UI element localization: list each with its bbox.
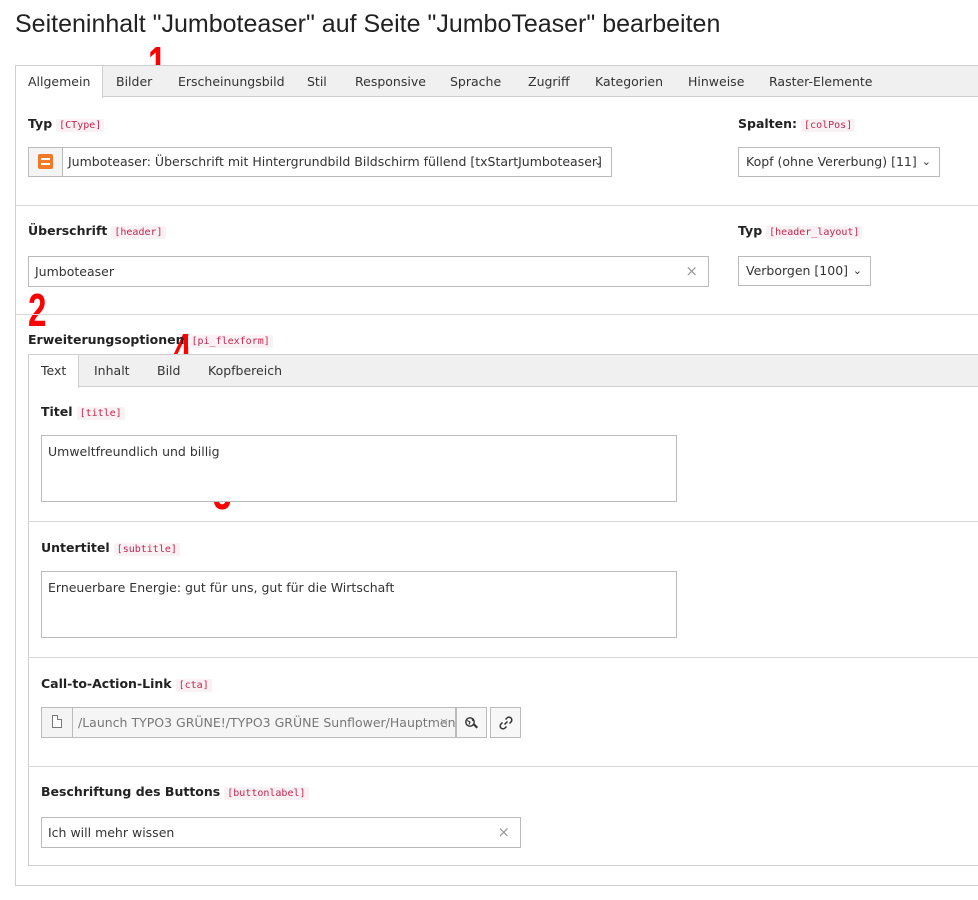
link-browser-button[interactable] bbox=[456, 707, 487, 738]
subtitle-code: [subtitle] bbox=[113, 543, 180, 556]
tab-hinweise[interactable]: Hinweise bbox=[688, 66, 744, 97]
buttonlabel-value: Ich will mehr wissen bbox=[48, 825, 175, 840]
flexform-code: [pi_flexform] bbox=[188, 335, 273, 348]
page-title: Seiteninhalt "Jumboteaser" auf Seite "Ju… bbox=[15, 10, 721, 38]
header-input[interactable]: Jumboteaser × bbox=[28, 256, 709, 287]
field-divider bbox=[28, 657, 978, 658]
ctype-code: [CType] bbox=[56, 119, 105, 132]
section-divider bbox=[15, 205, 978, 206]
tab-allgemein[interactable]: Allgemein bbox=[16, 66, 104, 98]
field-divider bbox=[28, 766, 978, 767]
ctype-value: Jumboteaser: Überschrift mit Hintergrund… bbox=[68, 154, 602, 169]
ctype-label: Typ [CType] bbox=[28, 116, 105, 132]
title-code: [title] bbox=[76, 407, 125, 420]
cta-code: [cta] bbox=[175, 679, 212, 692]
field-divider bbox=[28, 521, 978, 522]
tab-bilder[interactable]: Bilder bbox=[116, 66, 152, 97]
tab-stil[interactable]: Stil bbox=[307, 66, 327, 97]
chevron-down-icon: ⌄ bbox=[852, 264, 862, 277]
section-divider bbox=[15, 314, 978, 315]
ctype-icon-box bbox=[29, 148, 63, 176]
header-layout-label: Typ [header_layout] bbox=[738, 223, 863, 239]
flexform-label: Erweiterungsoptionen [pi_flexform] bbox=[28, 332, 273, 348]
title-value: Umweltfreundlich und billig bbox=[48, 444, 220, 459]
clear-icon[interactable]: × bbox=[497, 818, 510, 847]
chevron-down-icon: ⌄ bbox=[921, 155, 931, 168]
header-layout-value: Verborgen [100] bbox=[746, 263, 849, 278]
ctype-select[interactable]: Jumboteaser: Überschrift mit Hintergrund… bbox=[28, 147, 612, 177]
colpos-code: [colPos] bbox=[801, 119, 856, 132]
title-label: Titel [title] bbox=[41, 404, 125, 420]
subtab-text[interactable]: Text bbox=[29, 355, 80, 388]
header-layout-select[interactable]: Verborgen [100] ⌄ bbox=[738, 256, 871, 286]
buttonlabel-label: Beschriftung des Buttons [buttonlabel] bbox=[41, 784, 309, 800]
colpos-label: Spalten: [colPos] bbox=[738, 116, 856, 132]
tab-raster-elemente[interactable]: Raster-Elemente bbox=[769, 66, 872, 97]
colpos-value: Kopf (ohne Vererbung) [11] bbox=[746, 154, 917, 169]
clear-icon[interactable]: × bbox=[439, 708, 449, 737]
tab-zugriff[interactable]: Zugriff bbox=[528, 66, 570, 97]
chevron-down-icon: ⌄ bbox=[593, 155, 603, 168]
title-textarea[interactable]: Umweltfreundlich und billig bbox=[41, 435, 677, 502]
tab-responsive[interactable]: Responsive bbox=[355, 66, 426, 97]
clear-icon[interactable]: × bbox=[685, 257, 698, 286]
header-layout-code: [header_layout] bbox=[766, 226, 863, 239]
tab-sprache[interactable]: Sprache bbox=[450, 66, 501, 97]
flexform-tab-bar: Text Inhalt Bild Kopfbereich bbox=[28, 354, 978, 388]
subtab-inhalt[interactable]: Inhalt bbox=[94, 355, 130, 387]
tab-erscheinungsbild[interactable]: Erscheinungsbild bbox=[178, 66, 285, 97]
header-value: Jumboteaser bbox=[35, 264, 114, 279]
cta-label: Call-to-Action-Link [cta] bbox=[41, 676, 212, 692]
header-code: [header] bbox=[111, 226, 166, 239]
page-icon bbox=[52, 715, 62, 728]
tab-kategorien[interactable]: Kategorien bbox=[595, 66, 663, 97]
link-icon bbox=[499, 716, 513, 730]
subtab-kopfbereich[interactable]: Kopfbereich bbox=[208, 355, 282, 387]
header-label: Überschrift [header] bbox=[28, 223, 166, 239]
content-element-icon bbox=[38, 154, 53, 169]
subtitle-label: Untertitel [subtitle] bbox=[41, 540, 180, 556]
main-tab-bar: Allgemein Bilder Erscheinungsbild Stil R… bbox=[15, 65, 978, 98]
colpos-select[interactable]: Kopf (ohne Vererbung) [11] ⌄ bbox=[738, 147, 940, 177]
cta-link-input[interactable]: /Launch TYPO3 GRÜNE!/TYPO3 GRÜNE Sunflow… bbox=[41, 707, 456, 738]
link-wizard-icon bbox=[465, 717, 478, 729]
subtab-bild[interactable]: Bild bbox=[157, 355, 180, 387]
page-icon-box bbox=[42, 708, 73, 737]
cta-value: /Launch TYPO3 GRÜNE!/TYPO3 GRÜNE Sunflow… bbox=[78, 715, 456, 730]
subtitle-value: Erneuerbare Energie: gut für uns, gut fü… bbox=[48, 580, 395, 595]
subtitle-textarea[interactable]: Erneuerbare Energie: gut für uns, gut fü… bbox=[41, 571, 677, 638]
link-button[interactable] bbox=[490, 707, 521, 738]
buttonlabel-code: [buttonlabel] bbox=[224, 787, 309, 800]
buttonlabel-input[interactable]: Ich will mehr wissen × bbox=[41, 817, 521, 848]
